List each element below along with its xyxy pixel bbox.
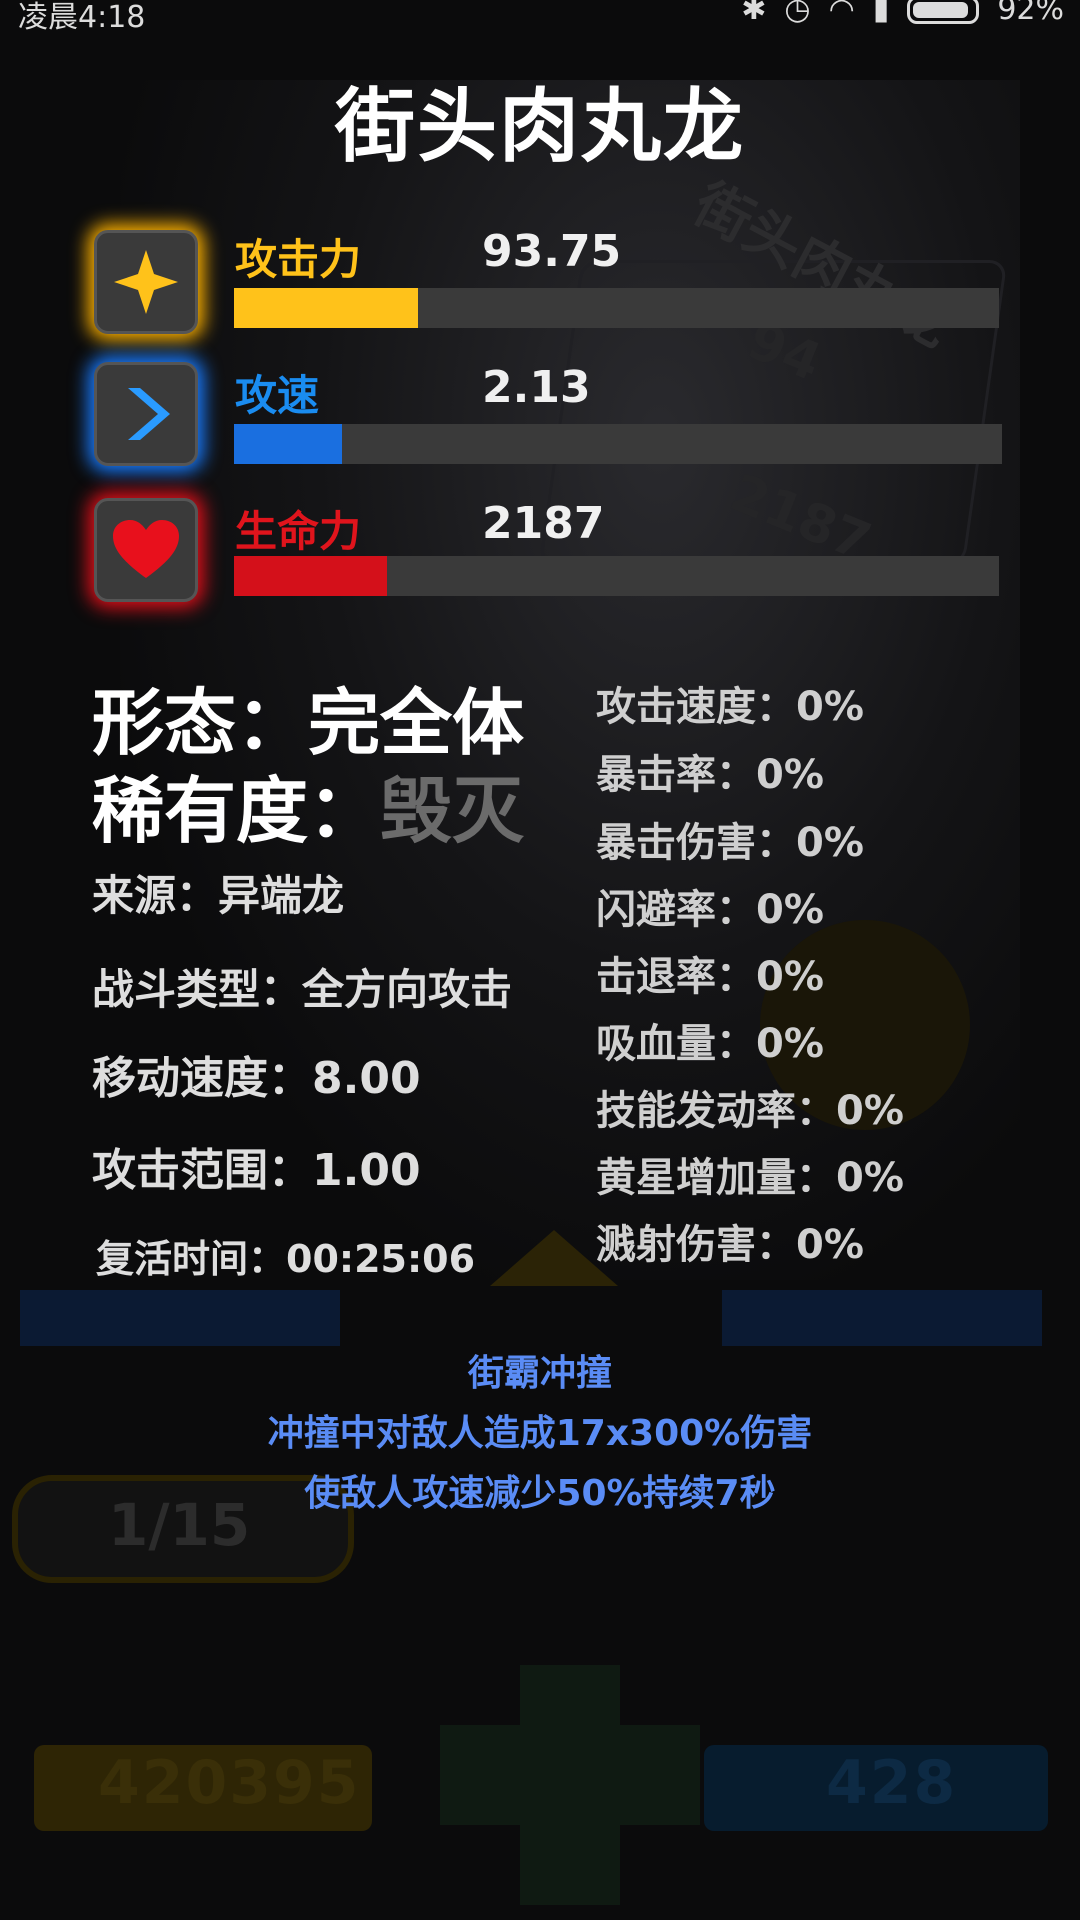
stat-bar-fill xyxy=(234,424,342,464)
rarity-text: 稀有度：毁灭 xyxy=(92,752,524,857)
heart-icon xyxy=(94,498,198,602)
gem-value: 428 xyxy=(826,1748,958,1818)
attribute-item: 暴击率：0% xyxy=(596,752,824,798)
star-icon xyxy=(94,230,198,334)
background-cross xyxy=(440,1725,700,1825)
attribute-item: 技能发动率：0% xyxy=(596,1088,904,1134)
attribute-item: 攻击速度：0% xyxy=(596,684,864,730)
wifi-icon: ◠ xyxy=(828,0,855,27)
attack-range-text: 攻击范围：1.00 xyxy=(92,1145,421,1196)
stat-bar xyxy=(234,288,999,328)
attribute-item: 溅射伤害：0% xyxy=(596,1222,864,1268)
stat-label: 攻击力 xyxy=(235,235,362,284)
skill-effect-line: 冲撞中对敌人造成17x300%伤害 xyxy=(267,1413,813,1454)
battery-icon xyxy=(907,0,980,24)
chevron-right-icon xyxy=(94,362,198,466)
stat-label: 攻速 xyxy=(235,371,320,420)
stat-bar xyxy=(234,424,1002,464)
status-bar: 凌晨4:18 ✱ ◷ ◠ ▮ 92% xyxy=(0,0,1080,35)
status-time: 凌晨4:18 xyxy=(18,0,146,35)
battery-percent: 92% xyxy=(997,0,1064,27)
skill-name: 街霸冲撞 xyxy=(467,1353,612,1394)
stat-row-speed: 攻速 2.13 xyxy=(0,362,1080,492)
move-speed-text: 移动速度：8.00 xyxy=(92,1053,421,1104)
background-strip xyxy=(722,1290,1042,1346)
revive-time-text: 复活时间：00:25:06 xyxy=(96,1237,476,1281)
gold-value: 420395 xyxy=(98,1748,361,1818)
stat-bar xyxy=(234,556,999,596)
attribute-item: 黄星增加量：0% xyxy=(596,1155,904,1201)
stat-row-attack: 攻击力 93.75 xyxy=(0,226,1080,356)
signal-icon: ▮ xyxy=(872,0,890,27)
stat-value: 93.75 xyxy=(482,226,622,277)
dragon-name-title: 街头肉丸龙 xyxy=(335,80,745,173)
attribute-item: 闪避率：0% xyxy=(596,887,824,933)
status-icons: ✱ ◷ ◠ ▮ 92% xyxy=(741,0,1064,27)
rarity-value: 毁灭 xyxy=(380,769,525,853)
stat-value: 2187 xyxy=(482,498,605,549)
stat-label: 生命力 xyxy=(235,507,362,556)
skill-effect-line: 使敌人攻速减少50%持续7秒 xyxy=(304,1473,776,1514)
attribute-item: 吸血量：0% xyxy=(596,1021,824,1067)
stat-row-health: 生命力 2187 xyxy=(0,498,1080,628)
background-strip xyxy=(20,1290,340,1346)
source-text: 来源：异端龙 xyxy=(92,871,345,920)
combat-type-text: 战斗类型：全方向攻击 xyxy=(92,965,513,1014)
stat-value: 2.13 xyxy=(482,362,591,413)
stat-bar-fill xyxy=(234,288,418,328)
alarm-icon: ◷ xyxy=(784,0,811,27)
attribute-item: 击退率：0% xyxy=(596,954,824,1000)
bluetooth-icon: ✱ xyxy=(741,0,767,27)
stat-bar-fill xyxy=(234,556,387,596)
attribute-item: 暴击伤害：0% xyxy=(596,820,864,866)
rarity-label: 稀有度： xyxy=(92,769,381,853)
